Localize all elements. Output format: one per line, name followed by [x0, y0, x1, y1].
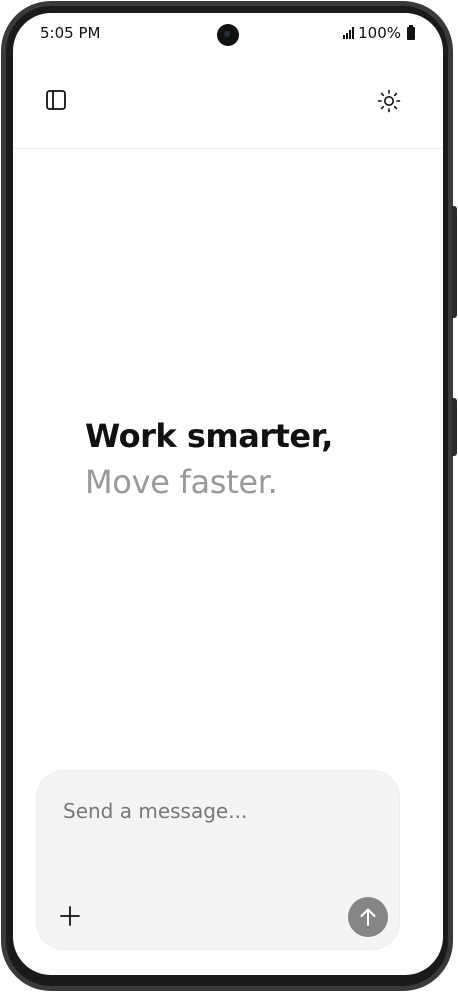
battery-percent: 100% [358, 24, 401, 42]
power-button [452, 398, 457, 456]
status-bar: 5:05 PM 100% [13, 13, 443, 55]
arrow-up-icon [360, 908, 376, 926]
message-input[interactable] [63, 791, 373, 831]
battery-icon [407, 24, 415, 40]
signal-icon [343, 27, 355, 39]
sidebar-toggle-icon [46, 90, 66, 110]
hero-title: Work smarter, [85, 417, 333, 455]
sun-icon [377, 89, 401, 113]
status-time: 5:05 PM [40, 24, 101, 42]
theme-toggle-button[interactable] [377, 89, 401, 113]
sidebar-toggle-button[interactable] [45, 89, 67, 111]
hero-greeting: Work smarter, Move faster. [85, 413, 425, 505]
send-button[interactable] [348, 897, 388, 937]
attach-button[interactable] [57, 903, 83, 929]
plus-icon [60, 906, 80, 926]
phone-device: 5:05 PM 100% Work smarter, Move faster. … [0, 0, 458, 994]
message-composer [36, 770, 400, 950]
front-camera [217, 24, 239, 46]
status-indicators: 100% [343, 24, 415, 42]
volume-button [452, 206, 457, 318]
app-header [13, 55, 443, 149]
hero-subtitle: Move faster. [85, 463, 278, 501]
screen: 5:05 PM 100% Work smarter, Move faster. … [13, 13, 443, 975]
